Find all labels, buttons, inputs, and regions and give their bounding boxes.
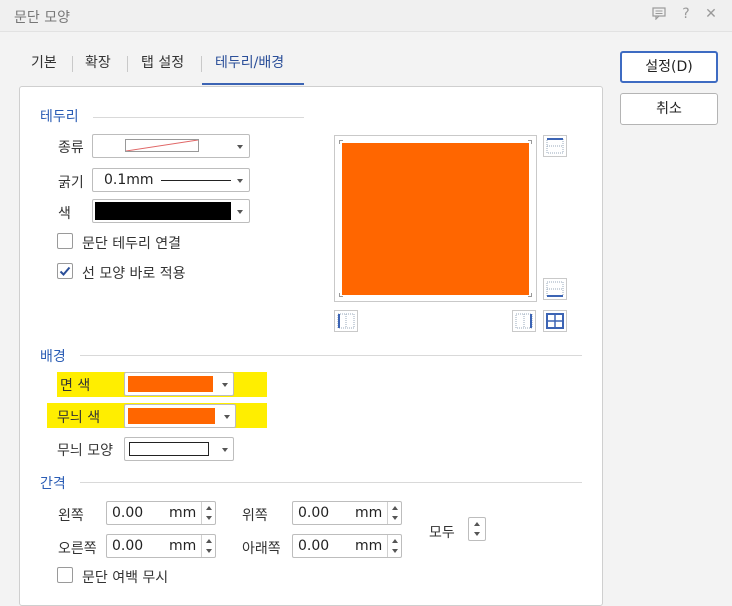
chevron-down-icon bbox=[237, 210, 243, 214]
tab-extended[interactable]: 확장 bbox=[85, 52, 111, 72]
chevron-down-icon bbox=[224, 415, 230, 419]
section-divider bbox=[80, 355, 582, 356]
connect-border-checkbox[interactable] bbox=[57, 233, 73, 249]
pattern-shape-swatch bbox=[129, 442, 209, 456]
preview-fill bbox=[342, 143, 529, 295]
spin-down-icon[interactable] bbox=[206, 549, 212, 553]
face-color-swatch bbox=[128, 376, 213, 392]
window-title: 문단 모양 bbox=[14, 10, 70, 26]
spin-up-icon[interactable] bbox=[392, 539, 398, 543]
bottom-border-icon[interactable] bbox=[543, 278, 567, 300]
spin-down-icon[interactable] bbox=[474, 532, 480, 536]
line-width-value: 0.1mm bbox=[104, 172, 154, 188]
corner-mark bbox=[528, 293, 532, 297]
line-none-swatch bbox=[125, 139, 199, 152]
border-preview bbox=[334, 135, 537, 302]
ok-button[interactable]: 설정(D) bbox=[620, 51, 718, 83]
apply-immediately-label: 선 모양 바로 적용 bbox=[82, 266, 186, 282]
right-border-icon[interactable] bbox=[512, 310, 536, 332]
right-spacing-label: 오른쪽 bbox=[58, 541, 97, 557]
top-spacing-input[interactable]: 0.00 mm bbox=[292, 501, 402, 525]
line-type-label: 종류 bbox=[58, 140, 84, 156]
cancel-button[interactable]: 취소 bbox=[620, 93, 718, 125]
corner-mark bbox=[528, 140, 532, 144]
left-border-icon[interactable] bbox=[334, 310, 358, 332]
chevron-down-icon bbox=[222, 448, 228, 452]
face-color-dropdown[interactable] bbox=[124, 372, 234, 396]
help-icon[interactable]: ? bbox=[677, 6, 695, 22]
spin-down-icon[interactable] bbox=[392, 549, 398, 553]
left-spacing-label: 왼쪽 bbox=[58, 508, 84, 524]
tab-separator bbox=[72, 56, 73, 72]
spinner-buttons[interactable] bbox=[387, 502, 401, 524]
connect-border-label: 문단 테두리 연결 bbox=[82, 236, 182, 252]
top-spacing-value: 0.00 bbox=[298, 505, 330, 521]
line-color-dropdown[interactable] bbox=[92, 199, 250, 223]
left-spacing-input[interactable]: 0.00 mm bbox=[106, 501, 216, 525]
ignore-margin-checkbox[interactable] bbox=[57, 567, 73, 583]
checkmark-icon bbox=[59, 266, 71, 276]
spin-down-icon[interactable] bbox=[392, 516, 398, 520]
right-spacing-value: 0.00 bbox=[112, 538, 144, 554]
ignore-margin-label: 문단 여백 무시 bbox=[82, 570, 169, 586]
comment-icon[interactable] bbox=[650, 6, 668, 24]
tab-border-background[interactable]: 테두리/배경 bbox=[215, 52, 284, 72]
spin-up-icon[interactable] bbox=[392, 506, 398, 510]
pattern-shape-dropdown[interactable] bbox=[124, 437, 234, 461]
left-spacing-value: 0.00 bbox=[112, 505, 144, 521]
line-width-label: 굵기 bbox=[58, 175, 84, 191]
top-spacing-label: 위쪽 bbox=[242, 508, 268, 524]
close-icon[interactable]: ✕ bbox=[702, 6, 720, 22]
tab-separator bbox=[127, 56, 128, 72]
line-width-sample bbox=[161, 180, 231, 181]
right-spacing-input[interactable]: 0.00 mm bbox=[106, 534, 216, 558]
tab-separator bbox=[201, 56, 202, 72]
all-borders-icon[interactable] bbox=[543, 310, 567, 332]
unit-label: mm bbox=[169, 505, 197, 521]
spin-down-icon[interactable] bbox=[206, 516, 212, 520]
all-spacing-label: 모두 bbox=[429, 525, 455, 541]
title-bar bbox=[0, 0, 732, 32]
line-type-dropdown[interactable] bbox=[92, 134, 250, 158]
tab-basic[interactable]: 기본 bbox=[31, 52, 57, 72]
tab-tab-settings[interactable]: 탭 설정 bbox=[141, 52, 184, 72]
corner-mark bbox=[339, 140, 343, 144]
bottom-spacing-label: 아래쪽 bbox=[242, 541, 281, 557]
active-tab-indicator bbox=[202, 83, 304, 85]
section-divider bbox=[80, 482, 582, 483]
unit-label: mm bbox=[169, 538, 197, 554]
chevron-down-icon bbox=[237, 179, 243, 183]
apply-immediately-checkbox[interactable] bbox=[57, 263, 73, 279]
corner-mark bbox=[339, 293, 343, 297]
background-section-title: 배경 bbox=[40, 349, 66, 365]
line-width-dropdown[interactable]: 0.1mm bbox=[92, 168, 250, 192]
line-color-label: 색 bbox=[58, 206, 71, 222]
unit-label: mm bbox=[355, 538, 383, 554]
spacing-section-title: 간격 bbox=[40, 476, 66, 492]
line-color-swatch bbox=[95, 202, 231, 220]
pattern-shape-label: 무늬 모양 bbox=[57, 443, 113, 459]
pattern-color-dropdown[interactable] bbox=[124, 404, 236, 428]
spinner-buttons[interactable] bbox=[201, 502, 215, 524]
all-spacing-spinner[interactable] bbox=[468, 517, 486, 541]
chevron-down-icon bbox=[222, 383, 228, 387]
spinner-buttons[interactable] bbox=[201, 535, 215, 557]
spin-up-icon[interactable] bbox=[206, 506, 212, 510]
pattern-color-swatch bbox=[128, 408, 215, 424]
bottom-spacing-value: 0.00 bbox=[298, 538, 330, 554]
face-color-label: 면 색 bbox=[60, 378, 91, 394]
section-divider bbox=[93, 117, 304, 118]
spin-up-icon[interactable] bbox=[474, 522, 480, 526]
spin-up-icon[interactable] bbox=[206, 539, 212, 543]
border-section-title: 테두리 bbox=[40, 109, 79, 125]
unit-label: mm bbox=[355, 505, 383, 521]
top-border-icon[interactable] bbox=[543, 135, 567, 157]
bottom-spacing-input[interactable]: 0.00 mm bbox=[292, 534, 402, 558]
pattern-color-label: 무늬 색 bbox=[57, 410, 101, 426]
chevron-down-icon bbox=[237, 145, 243, 149]
spinner-buttons[interactable] bbox=[387, 535, 401, 557]
